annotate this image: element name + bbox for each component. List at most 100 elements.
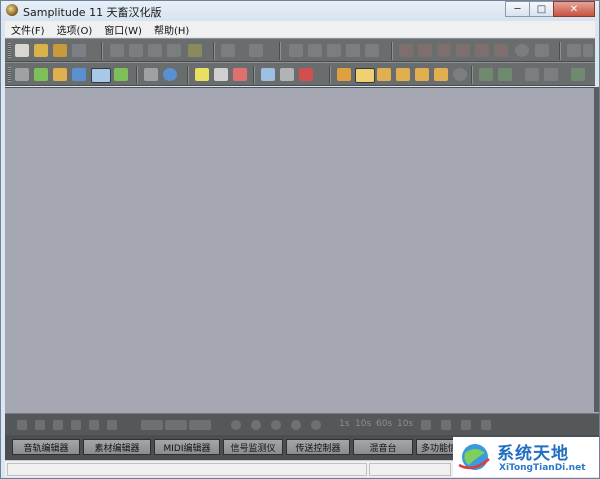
step-forward-icon[interactable] — [71, 420, 81, 430]
object-editor-button[interactable]: 素材编辑器 — [83, 439, 151, 455]
to-end-icon[interactable] — [107, 420, 117, 430]
zoom-icon[interactable] — [163, 68, 177, 81]
view-icon[interactable] — [231, 420, 241, 430]
marker-remove-icon[interactable] — [437, 44, 451, 57]
view-icon[interactable] — [311, 420, 321, 430]
marker-next-icon[interactable] — [475, 44, 489, 57]
fx-icon[interactable] — [299, 68, 313, 81]
snap-icon[interactable] — [355, 68, 375, 83]
workspace-area[interactable] — [5, 87, 599, 413]
misc-icon[interactable] — [421, 420, 431, 430]
menu-options[interactable]: 选项(O) — [51, 22, 99, 37]
close-button[interactable]: ✕ — [553, 1, 595, 17]
view-icon[interactable] — [271, 420, 281, 430]
marker-in-icon[interactable] — [141, 420, 163, 430]
copy-icon[interactable] — [129, 44, 143, 57]
tools-toolbar — [5, 62, 595, 86]
view-icon[interactable] — [291, 420, 301, 430]
signal-monitor-button[interactable]: 信号监测仪 — [223, 439, 283, 455]
range-tool-icon[interactable] — [53, 68, 67, 81]
track-icon[interactable] — [34, 68, 48, 81]
maximize-button[interactable]: □ — [529, 1, 554, 17]
rewind-icon[interactable] — [35, 420, 45, 430]
misc-icon[interactable] — [441, 420, 451, 430]
forward-icon[interactable] — [544, 68, 558, 81]
zoom-10s-label[interactable]: 10s — [355, 419, 371, 429]
zoom-60s-label[interactable]: 60s — [376, 419, 392, 429]
trim-icon[interactable] — [327, 44, 341, 57]
marker-out-icon[interactable] — [165, 420, 187, 430]
range-icon[interactable] — [567, 44, 581, 57]
scissors-icon[interactable] — [144, 68, 158, 81]
lr-pan-icon[interactable] — [114, 68, 128, 81]
paste-icon[interactable] — [148, 44, 162, 57]
fast-forward-icon[interactable] — [89, 420, 99, 430]
view-icon[interactable] — [251, 420, 261, 430]
rewind-icon[interactable] — [525, 68, 539, 81]
range-end-icon[interactable] — [583, 44, 593, 57]
lock-icon[interactable] — [337, 68, 351, 81]
delete-icon[interactable] — [308, 44, 322, 57]
toolbar-separator — [471, 66, 473, 84]
range-play-icon[interactable] — [189, 420, 211, 430]
draw-pen-icon[interactable] — [195, 68, 209, 81]
stack-icon[interactable] — [434, 68, 448, 81]
loop-icon[interactable] — [453, 68, 467, 81]
open-project-icon[interactable] — [53, 44, 67, 57]
open-folder-icon[interactable] — [34, 44, 48, 57]
save-icon[interactable] — [72, 44, 86, 57]
paste-special-icon[interactable] — [167, 44, 181, 57]
misc-icon[interactable] — [481, 420, 491, 430]
menu-file[interactable]: 文件(F) — [5, 22, 51, 37]
dvd-icon[interactable] — [535, 44, 549, 57]
cd-icon[interactable] — [515, 44, 529, 57]
go-end-icon[interactable] — [498, 68, 512, 81]
grid-icon[interactable] — [377, 68, 391, 81]
transport-control-button[interactable]: 传送控制器 — [286, 439, 350, 455]
zoom-10s-b-label[interactable]: 10s — [397, 419, 413, 429]
prev-icon[interactable] — [571, 68, 585, 81]
right-panel-edge — [594, 87, 599, 412]
marker-icon[interactable] — [399, 44, 413, 57]
track-editor-button[interactable]: 音轨编辑器 — [12, 439, 80, 455]
crossfade-icon[interactable] — [415, 68, 429, 81]
edit-pen-icon[interactable] — [188, 44, 202, 57]
zoom-1s-label[interactable]: 1s — [339, 419, 349, 429]
list-icon[interactable] — [365, 44, 379, 57]
align-icon[interactable] — [346, 44, 360, 57]
toolbar-separator — [329, 66, 331, 84]
toolbar-separator — [559, 42, 561, 60]
menu-help[interactable]: 帮助(H) — [148, 22, 195, 37]
main-toolbar — [5, 38, 595, 62]
pointer-icon[interactable] — [15, 68, 29, 81]
app-logo-icon — [6, 4, 18, 16]
curve-icon[interactable] — [72, 68, 86, 81]
speaker-icon[interactable] — [261, 68, 275, 81]
toolbar-grip[interactable] — [8, 67, 11, 82]
minimize-button[interactable]: ─ — [505, 1, 530, 17]
marker-prev-icon[interactable] — [456, 44, 470, 57]
marker-list-icon[interactable] — [494, 44, 508, 57]
toolbar-separator — [187, 66, 189, 84]
cut-icon[interactable] — [110, 44, 124, 57]
misc-icon[interactable] — [461, 420, 471, 430]
volume-curve-icon[interactable] — [91, 68, 111, 83]
object-icon[interactable] — [396, 68, 410, 81]
marker-add-icon[interactable] — [418, 44, 432, 57]
watermark: 系统天地 XiTongTianDi.net — [453, 437, 599, 477]
undo-icon[interactable] — [221, 44, 235, 57]
draw-line-icon[interactable] — [214, 68, 228, 81]
mixer-button[interactable]: 混音台 — [353, 439, 413, 455]
midi-editor-button[interactable]: MIDI编辑器 — [154, 439, 220, 455]
toolbar-grip[interactable] — [8, 43, 11, 58]
new-file-icon[interactable] — [15, 44, 29, 57]
step-back-icon[interactable] — [53, 420, 63, 430]
to-start-icon[interactable] — [17, 420, 27, 430]
eraser-icon[interactable] — [233, 68, 247, 81]
go-start-icon[interactable] — [479, 68, 493, 81]
redo-icon[interactable] — [249, 44, 263, 57]
split-icon[interactable] — [289, 44, 303, 57]
menu-window[interactable]: 窗口(W) — [98, 22, 148, 37]
scrub-icon[interactable] — [280, 68, 294, 81]
toolbar-separator — [101, 42, 103, 60]
